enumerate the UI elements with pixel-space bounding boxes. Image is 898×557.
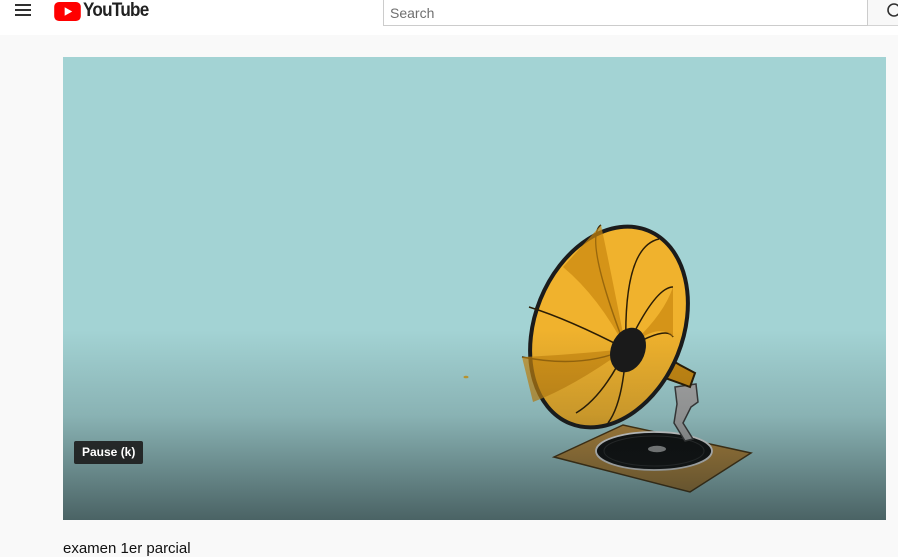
youtube-play-icon	[54, 1, 81, 21]
logo-wordmark: YouTube	[83, 0, 149, 21]
video-title: examen 1er parcial	[63, 540, 191, 557]
hamburger-menu-icon	[15, 4, 31, 6]
hamburger-menu-icon-line	[15, 14, 31, 16]
video-player[interactable]: Pause (k)	[63, 57, 886, 520]
search-icon	[887, 3, 898, 17]
gramophone-illustration	[463, 224, 753, 493]
pause-tooltip: Pause (k)	[74, 441, 144, 464]
youtube-logo[interactable]: YouTube	[54, 0, 156, 22]
search-input[interactable]	[384, 0, 867, 25]
search-button[interactable]	[868, 0, 898, 26]
gramophone-tone-arm	[673, 383, 699, 442]
guide-menu-button[interactable]	[12, 0, 36, 22]
masthead: YouTube	[0, 0, 898, 35]
search-box	[383, 0, 868, 26]
hamburger-menu-icon-line	[15, 9, 31, 11]
